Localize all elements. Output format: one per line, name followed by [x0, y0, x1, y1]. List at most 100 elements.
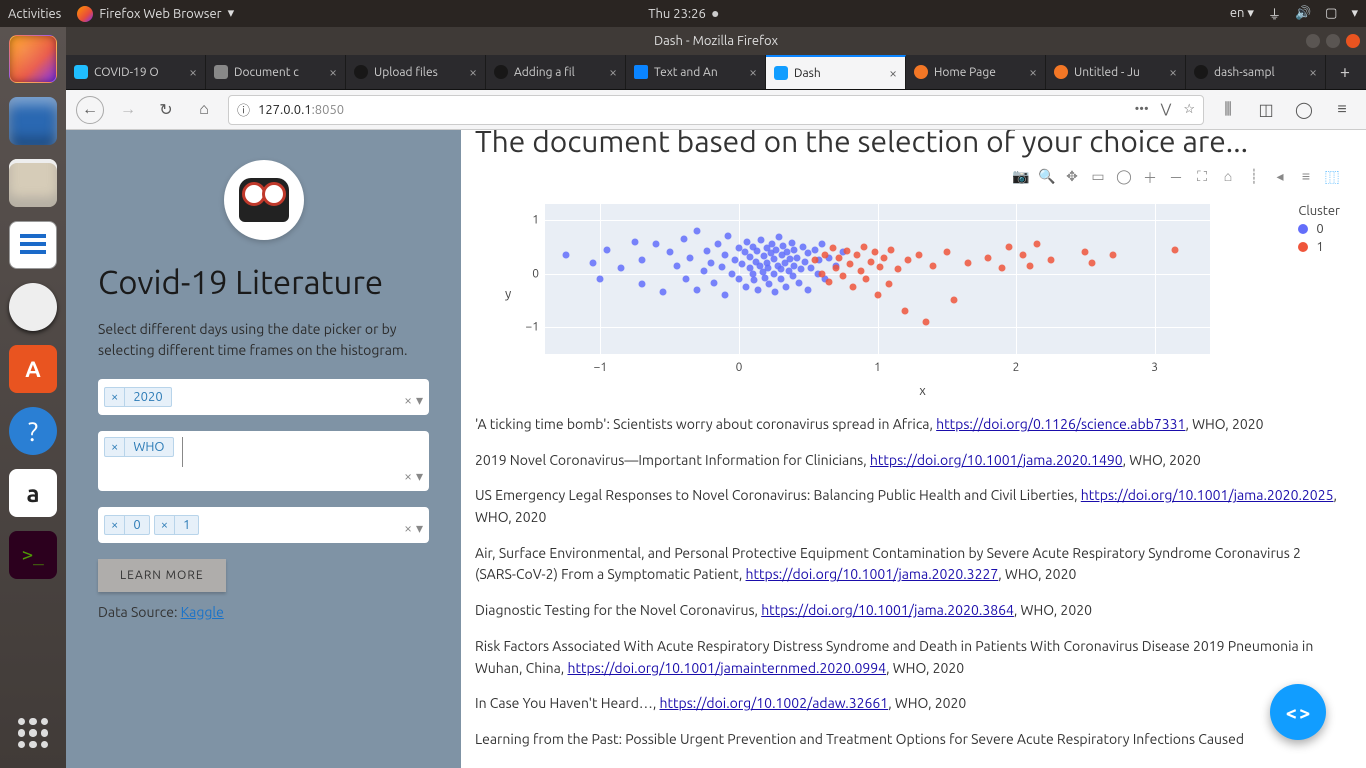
- tab-close-icon[interactable]: ×: [329, 64, 337, 80]
- zoom-in-icon[interactable]: ＋: [1142, 168, 1158, 188]
- bookmark-star-icon[interactable]: ☆: [1183, 102, 1195, 117]
- scatter-point[interactable]: [742, 284, 749, 291]
- zoom-icon[interactable]: 🔍: [1038, 168, 1054, 188]
- scatter-point[interactable]: [839, 273, 846, 280]
- scatter-point[interactable]: [755, 286, 762, 293]
- scatter-point[interactable]: [771, 289, 778, 296]
- scatter-point[interactable]: [881, 254, 888, 261]
- scatter-point[interactable]: [1006, 243, 1013, 250]
- scatter-point[interactable]: [964, 259, 971, 266]
- launcher-help[interactable]: ?: [9, 407, 57, 455]
- scatter-point[interactable]: [659, 289, 666, 296]
- battery-icon[interactable]: ▢: [1325, 6, 1337, 21]
- zoom-out-icon[interactable]: －: [1168, 168, 1184, 188]
- clear-icon[interactable]: ×: [404, 520, 412, 537]
- tab-close-icon[interactable]: ×: [889, 65, 897, 81]
- plot-area[interactable]: −1012310−1: [545, 204, 1210, 354]
- volume-icon[interactable]: 🔊: [1295, 6, 1311, 21]
- scatter-point[interactable]: [950, 297, 957, 304]
- wifi-icon[interactable]: ⏚: [1268, 4, 1281, 23]
- scatter-point[interactable]: [777, 276, 784, 283]
- autoscale-icon[interactable]: ⛶: [1194, 168, 1210, 188]
- clear-icon[interactable]: ×: [404, 392, 412, 409]
- launcher-files[interactable]: [9, 159, 57, 207]
- scatter-point[interactable]: [819, 241, 826, 248]
- scatter-point[interactable]: [844, 248, 851, 255]
- reload-button[interactable]: ↻: [152, 96, 180, 124]
- scatter-point[interactable]: [735, 276, 742, 283]
- scatter-point[interactable]: [683, 276, 690, 283]
- launcher-terminal[interactable]: >_: [9, 531, 57, 579]
- tag-remove-icon[interactable]: ×: [105, 516, 125, 534]
- scatter-point[interactable]: [680, 235, 687, 242]
- forward-button[interactable]: →: [114, 96, 142, 124]
- source-dropdown[interactable]: ×WHO ×▾: [98, 431, 429, 491]
- scatter-point[interactable]: [871, 249, 878, 256]
- article-link[interactable]: https://doi.org/10.1001/jama.2020.2025: [1081, 487, 1334, 503]
- scatter-point[interactable]: [902, 308, 909, 315]
- back-button[interactable]: ←: [76, 96, 104, 124]
- year-dropdown[interactable]: ×2020 ×▾: [98, 379, 429, 415]
- tab-close-icon[interactable]: ×: [1309, 64, 1317, 80]
- launcher-amazon[interactable]: a: [9, 469, 57, 517]
- chevron-down-icon[interactable]: ▾: [416, 468, 423, 485]
- pocket-icon[interactable]: ⋁: [1161, 102, 1172, 117]
- article-link[interactable]: https://doi.org/10.1001/jama.2020.3864: [761, 602, 1014, 618]
- scatter-point[interactable]: [826, 278, 833, 285]
- scatter-point[interactable]: [999, 265, 1006, 272]
- chevron-down-icon[interactable]: ▾: [416, 392, 423, 409]
- scatter-point[interactable]: [787, 255, 794, 262]
- hover-closest-icon[interactable]: ◂: [1272, 168, 1288, 188]
- scatter-point[interactable]: [604, 246, 611, 253]
- scatter-point[interactable]: [846, 261, 853, 268]
- scatter-point[interactable]: [1019, 251, 1026, 258]
- menu-icon[interactable]: ≡: [1328, 96, 1356, 124]
- plotly-logo-icon[interactable]: ⿲: [1324, 168, 1340, 188]
- article-link[interactable]: https://doi.org/10.1001/jama.2020.1490: [870, 452, 1123, 468]
- scatter-point[interactable]: [888, 246, 895, 253]
- window-close[interactable]: [1346, 34, 1360, 48]
- scatter-point[interactable]: [788, 239, 795, 246]
- launcher-firefox[interactable]: [9, 35, 57, 83]
- scatter-point[interactable]: [701, 267, 708, 274]
- scatter-point[interactable]: [885, 281, 892, 288]
- launcher-thunderbird[interactable]: [9, 97, 57, 145]
- browser-tab[interactable]: Adding a fil×: [486, 55, 626, 89]
- browser-tab[interactable]: Upload files×: [346, 55, 486, 89]
- library-icon[interactable]: ⫼: [1214, 96, 1242, 124]
- scatter-point[interactable]: [798, 266, 805, 273]
- scatter-point[interactable]: [753, 248, 760, 255]
- clear-icon[interactable]: ×: [404, 468, 412, 485]
- scatter-point[interactable]: [722, 251, 729, 258]
- scatter-point[interactable]: [758, 237, 765, 244]
- browser-tab[interactable]: dash-sampl×: [1186, 55, 1326, 89]
- article-link[interactable]: https://doi.org/10.1001/jamainternmed.20…: [567, 660, 886, 676]
- scatter-point[interactable]: [638, 281, 645, 288]
- scatter-point[interactable]: [751, 277, 758, 284]
- lang-indicator[interactable]: en ▾: [1230, 6, 1254, 21]
- scatter-point[interactable]: [1110, 251, 1117, 258]
- scatter-point[interactable]: [1082, 249, 1089, 256]
- scatter-point[interactable]: [666, 249, 673, 256]
- activities-button[interactable]: Activities: [8, 7, 61, 21]
- new-tab-button[interactable]: +: [1326, 55, 1364, 89]
- scatter-point[interactable]: [808, 265, 815, 272]
- scatter-plot[interactable]: y −1012310−1 x Cluster 0 1: [505, 194, 1340, 394]
- scatter-point[interactable]: [832, 265, 839, 272]
- scatter-point[interactable]: [1033, 241, 1040, 248]
- scatter-point[interactable]: [874, 292, 881, 299]
- scatter-point[interactable]: [1172, 246, 1179, 253]
- scatter-point[interactable]: [704, 248, 711, 255]
- scatter-point[interactable]: [776, 234, 783, 241]
- article-link[interactable]: https://doi.org/10.1001/jama.2020.3227: [746, 566, 999, 582]
- page-action-icon[interactable]: •••: [1135, 102, 1149, 117]
- tab-close-icon[interactable]: ×: [749, 64, 757, 80]
- scatter-point[interactable]: [922, 318, 929, 325]
- scatter-point[interactable]: [766, 281, 773, 288]
- scatter-point[interactable]: [794, 254, 801, 261]
- cluster-dropdown[interactable]: ×0 ×1 ×▾: [98, 507, 429, 543]
- scatter-point[interactable]: [708, 259, 715, 266]
- tab-close-icon[interactable]: ×: [189, 64, 197, 80]
- tab-close-icon[interactable]: ×: [609, 64, 617, 80]
- scatter-point[interactable]: [895, 266, 902, 273]
